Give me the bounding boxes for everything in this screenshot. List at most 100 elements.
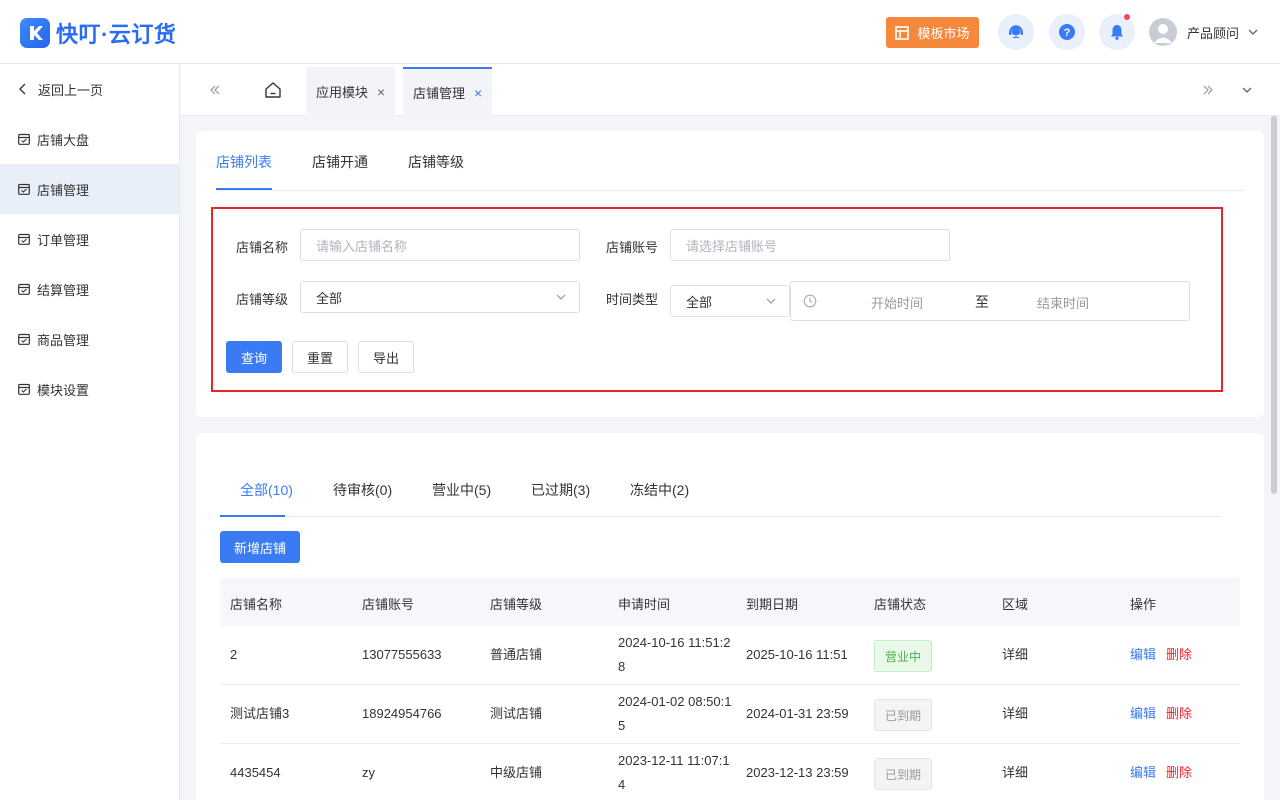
sidebar-item-product-management[interactable]: 商品管理 xyxy=(0,314,179,364)
tab-status-frozen[interactable]: 冻结中(2) xyxy=(630,480,689,500)
double-chevron-right-icon[interactable] xyxy=(1198,80,1218,100)
close-icon[interactable]: × xyxy=(474,85,482,101)
store-name-label: 店铺名称 xyxy=(236,240,289,255)
sidebar-item-order-management[interactable]: 订单管理 xyxy=(0,214,179,264)
range-separator: 至 xyxy=(975,294,989,310)
store-name-input[interactable]: 请输入店铺名称 xyxy=(300,229,580,261)
app-logo[interactable]: 快叮·云订货 xyxy=(20,17,176,49)
svg-text:?: ? xyxy=(1064,27,1071,39)
region-cell: 详细 xyxy=(1002,706,1029,721)
start-time-input[interactable]: 开始时间 xyxy=(871,293,923,312)
notification-dot xyxy=(1124,14,1130,20)
time-type-select[interactable]: 全部 xyxy=(670,285,790,317)
expire-date-cell: 2024-01-31 23:59 xyxy=(746,706,849,721)
sub-tabs: 店铺列表 店铺开通 店铺等级 xyxy=(216,131,1244,191)
close-icon[interactable]: × xyxy=(377,84,385,100)
tab-status-pending[interactable]: 待审核(0) xyxy=(333,480,392,500)
expire-date-cell: 2025-10-16 11:51 xyxy=(746,647,848,662)
edit-link[interactable]: 编辑 xyxy=(1130,644,1156,663)
store-account-input[interactable]: 请选择店铺账号 xyxy=(670,229,950,261)
table-header: 店铺名称 店铺账号 店铺等级 申请时间 到期日期 店铺状态 区域 操作 xyxy=(220,578,1240,626)
column-header: 店铺账号 xyxy=(362,597,415,612)
notification-icon[interactable] xyxy=(1099,14,1135,50)
status-badge: 营业中 xyxy=(874,640,933,672)
column-header: 申请时间 xyxy=(618,597,671,612)
calendar-icon xyxy=(18,233,30,245)
table-row: 2 13077555633 普通店铺 2024-10-16 11:51:2 8 2… xyxy=(220,626,1240,685)
tab-store-open[interactable]: 店铺开通 xyxy=(312,152,368,172)
sidebar-item-label: 店铺大盘 xyxy=(37,132,90,148)
edit-link[interactable]: 编辑 xyxy=(1130,703,1156,722)
reset-button[interactable]: 重置 xyxy=(292,341,348,373)
customer-service-icon[interactable] xyxy=(998,14,1034,50)
back-label: 返回上一页 xyxy=(38,82,104,98)
sidebar-item-label: 商品管理 xyxy=(37,332,90,348)
store-level-label: 店铺等级 xyxy=(236,292,289,307)
tab-app-module[interactable]: 应用模块 × xyxy=(306,67,396,116)
chevron-down-icon xyxy=(1248,29,1258,35)
double-chevron-left-icon[interactable] xyxy=(205,80,225,100)
tab-status-expired[interactable]: 已过期(3) xyxy=(531,480,590,500)
home-icon[interactable] xyxy=(263,80,283,100)
store-list-panel: 全部(10) 待审核(0) 营业中(5) 已过期(3) 冻结中(2) 新增店铺 … xyxy=(196,433,1264,800)
apply-time-cell: 2024-01-02 08:50:1 5 xyxy=(618,690,731,738)
tab-store-level[interactable]: 店铺等级 xyxy=(408,152,464,172)
chevron-down-icon xyxy=(766,298,776,304)
delete-link[interactable]: 删除 xyxy=(1166,762,1192,781)
edit-link[interactable]: 编辑 xyxy=(1130,762,1156,781)
sidebar-item-store-management[interactable]: 店铺管理 xyxy=(0,164,179,214)
export-button[interactable]: 导出 xyxy=(358,341,414,373)
calendar-icon xyxy=(18,383,30,395)
export-label: 导出 xyxy=(372,350,399,366)
time-type-value: 全部 xyxy=(686,294,713,310)
query-label: 查询 xyxy=(240,350,267,366)
back-button[interactable]: 返回上一页 xyxy=(0,64,179,114)
apply-time-line: 8 xyxy=(618,659,626,674)
reset-label: 重置 xyxy=(306,350,333,366)
status-badge: 已到期 xyxy=(874,758,933,790)
apply-time-line: 2024-01-02 08:50:1 xyxy=(618,694,732,709)
calendar-icon xyxy=(18,183,30,195)
add-store-button[interactable]: 新增店铺 xyxy=(220,531,300,563)
expire-date-cell: 2023-12-13 23:59 xyxy=(746,765,849,780)
sidebar-item-store-dashboard[interactable]: 店铺大盘 xyxy=(0,114,179,164)
calendar-icon xyxy=(18,283,30,295)
tab-store-list[interactable]: 店铺列表 xyxy=(216,152,272,172)
sidebar-item-settlement-management[interactable]: 结算管理 xyxy=(0,264,179,314)
end-time-input[interactable]: 结束时间 xyxy=(1037,293,1089,312)
apply-time-line: 4 xyxy=(618,777,626,792)
sidebar-item-module-settings[interactable]: 模块设置 xyxy=(0,364,179,414)
apply-time-line: 5 xyxy=(618,718,626,733)
store-level-cell: 中级店铺 xyxy=(490,765,543,780)
date-range-picker[interactable]: 开始时间 至 结束时间 xyxy=(790,281,1190,321)
tab-status-open[interactable]: 营业中(5) xyxy=(432,480,491,500)
apply-time-line: 2023-12-11 11:07:1 xyxy=(618,753,730,768)
scrollbar-thumb[interactable] xyxy=(1271,116,1277,494)
query-button[interactable]: 查询 xyxy=(226,341,282,373)
scrollbar[interactable] xyxy=(1270,116,1278,800)
store-level-cell: 测试店铺 xyxy=(490,706,543,721)
avatar xyxy=(1149,18,1177,46)
store-name-cell: 4435454 xyxy=(230,765,281,780)
store-level-cell: 普通店铺 xyxy=(490,647,543,662)
tab-store-management[interactable]: 店铺管理 × xyxy=(403,67,493,116)
store-account-label: 店铺账号 xyxy=(606,240,659,255)
store-name-cell: 测试店铺3 xyxy=(230,706,290,721)
delete-link[interactable]: 删除 xyxy=(1166,644,1192,663)
time-type-label: 时间类型 xyxy=(606,292,659,307)
delete-link[interactable]: 删除 xyxy=(1166,703,1192,722)
column-header: 店铺名称 xyxy=(230,597,283,612)
store-level-select[interactable]: 全部 xyxy=(300,281,580,313)
column-header: 操作 xyxy=(1130,597,1157,612)
column-header: 店铺等级 xyxy=(490,597,543,612)
tab-status-all[interactable]: 全部(10) xyxy=(240,480,293,500)
store-level-value: 全部 xyxy=(316,290,343,306)
template-market-button[interactable]: 模板市场 xyxy=(886,17,979,48)
help-icon[interactable]: ? xyxy=(1049,14,1085,50)
user-menu[interactable]: 产品顾问 xyxy=(1149,18,1259,46)
region-cell: 详细 xyxy=(1002,765,1029,780)
chevron-down-icon[interactable] xyxy=(1237,80,1257,100)
status-badge: 已到期 xyxy=(874,699,933,731)
template-market-label: 模板市场 xyxy=(917,26,970,41)
store-account-cell: 13077555633 xyxy=(362,647,442,662)
